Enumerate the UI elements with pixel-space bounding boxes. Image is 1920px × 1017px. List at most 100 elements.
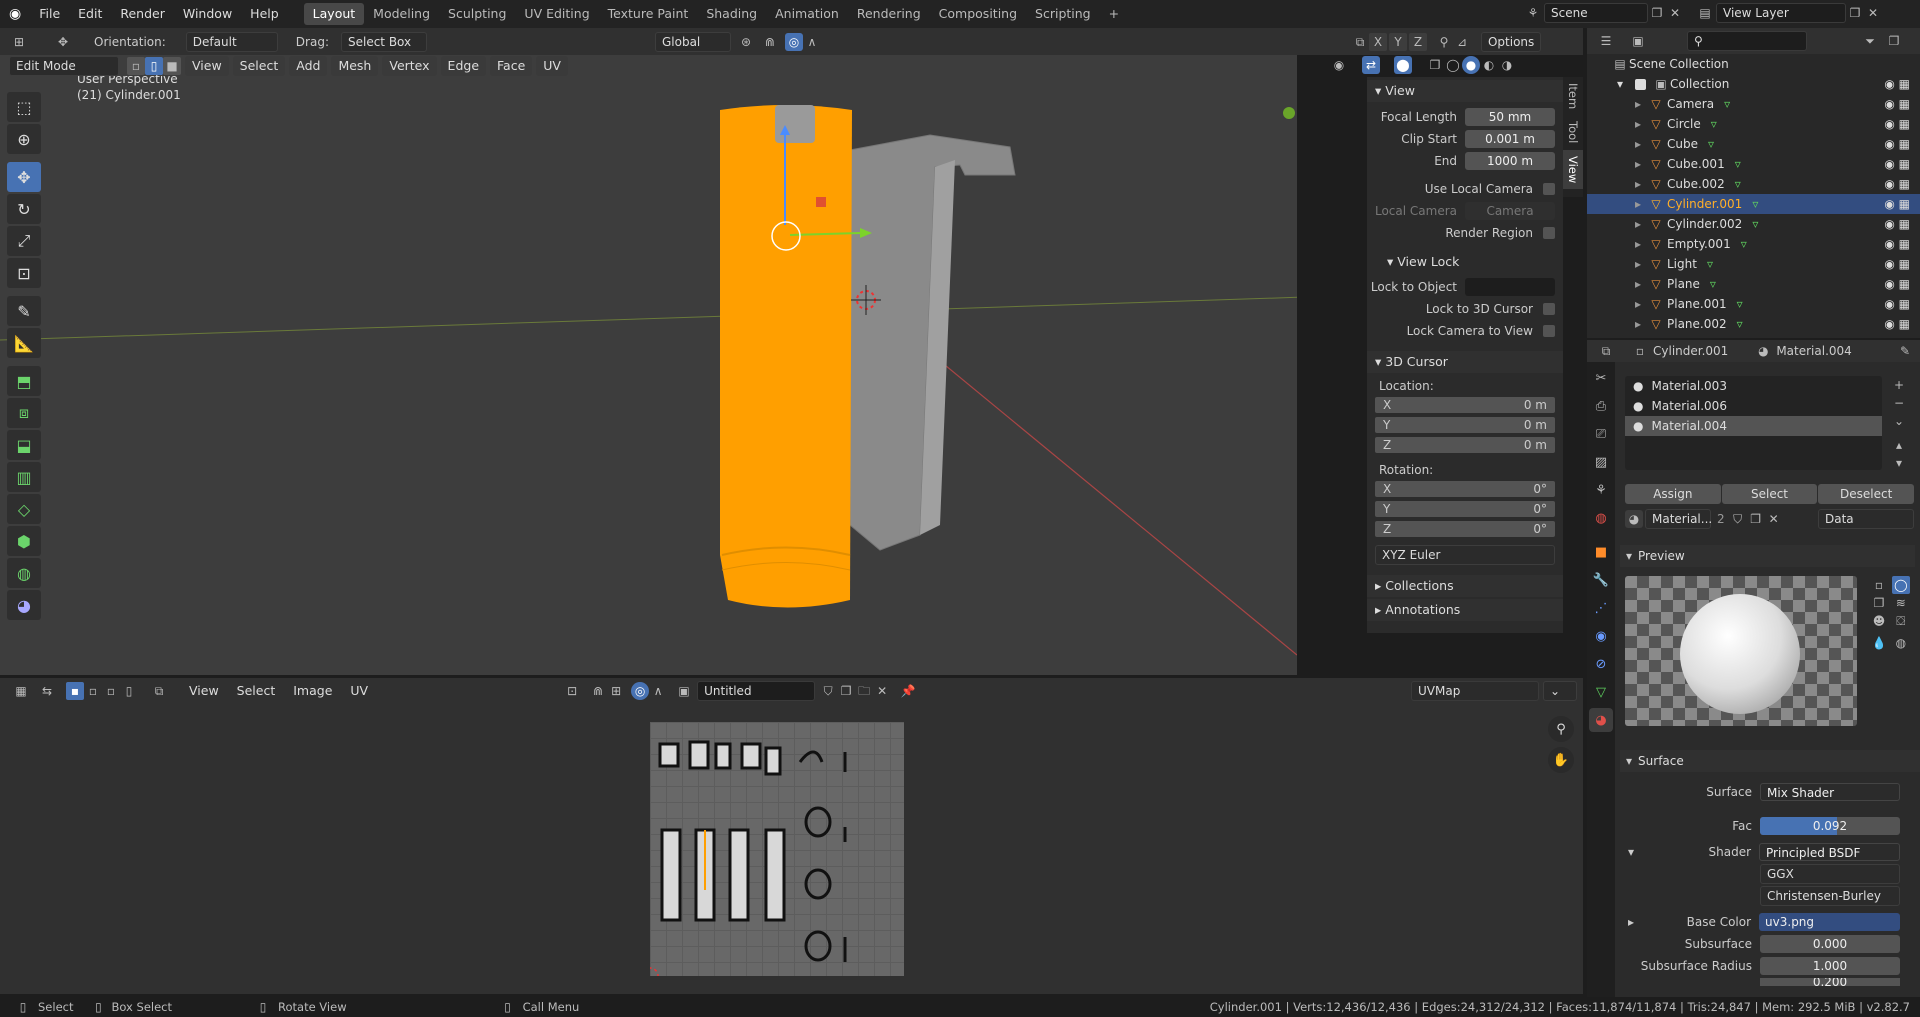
tab-animation[interactable]: Animation	[766, 3, 848, 25]
visibility-toggle-icons[interactable]: ◉ ▦	[1884, 234, 1910, 254]
outliner-item[interactable]: ▸ ▽ Plane.001 ▿ ◉ ▦	[1587, 294, 1920, 314]
preview-monkey-icon[interactable]: ☻	[1870, 612, 1888, 630]
uv-snap-icon[interactable]: ⋒	[589, 682, 607, 700]
data-icon[interactable]: ▿	[1737, 294, 1743, 314]
uv-falloff-icon[interactable]: ∧	[649, 682, 667, 700]
solid-shading-icon[interactable]: ●	[1462, 56, 1480, 74]
mirror-z-toggle[interactable]: Z	[1408, 32, 1427, 51]
outliner-item[interactable]: ▸ ▽ Plane ▿ ◉ ▦	[1587, 274, 1920, 294]
filter-icon[interactable]: ⏷	[1861, 32, 1879, 50]
collections-header[interactable]: ▸ Collections	[1367, 575, 1563, 597]
deselect-button[interactable]: Deselect	[1818, 484, 1915, 504]
drag-dropdown[interactable]: Select Box	[340, 31, 427, 52]
lock-to-object-field[interactable]	[1465, 278, 1555, 296]
navigation-gizmo[interactable]: Z Y X	[1275, 75, 1297, 155]
uv-island-mode-icon[interactable]: ▯	[120, 682, 138, 700]
face-select-icon[interactable]: ■	[163, 57, 181, 75]
visibility-toggle-icons[interactable]: ◉ ▦	[1884, 154, 1910, 174]
visibility-toggle-icons[interactable]: ◉ ▦	[1884, 114, 1910, 134]
uv-menu-select[interactable]: Select	[228, 677, 285, 705]
visibility-toggle-icons[interactable]: ◉ ▦	[1884, 314, 1910, 334]
expand-icon[interactable]: ▸	[1635, 94, 1647, 114]
rotation-mode-dropdown[interactable]: XYZ Euler	[1375, 545, 1555, 565]
knife-tool-icon[interactable]: ◇	[7, 494, 41, 524]
mirror-icon[interactable]: ⧉	[1351, 33, 1369, 51]
surface-section-header[interactable]: ▾ Surface	[1620, 750, 1920, 772]
cursor-loc-field[interactable]: Z 0 m	[1375, 437, 1555, 453]
tab-texture-paint[interactable]: Texture Paint	[599, 3, 698, 25]
image-new-icon[interactable]: ❐	[837, 682, 855, 700]
preview-header[interactable]: ▾ Preview	[1620, 545, 1915, 567]
scene-field[interactable]: Scene	[1544, 3, 1648, 23]
collection-checkbox[interactable]	[1635, 78, 1646, 90]
uv-vertex-mode-icon[interactable]: ▪	[66, 682, 84, 700]
blender-logo-icon[interactable]: ◉	[0, 0, 30, 28]
properties-editor-icon[interactable]: ⧉	[1597, 342, 1615, 360]
new-scene-icon[interactable]: ❐	[1648, 4, 1666, 22]
data-icon[interactable]: ▿	[1735, 174, 1741, 194]
slot-menu-icon[interactable]: ⌄	[1890, 412, 1908, 430]
vp-menu-vertex[interactable]: Vertex	[382, 56, 437, 76]
select-box-icon[interactable]: ⬚	[7, 92, 41, 122]
uv-sync-selection-icon[interactable]: ⇆	[38, 682, 56, 700]
move-slot-down-icon[interactable]: ▾	[1890, 454, 1908, 472]
sidebar-tab-tool[interactable]: Tool	[1563, 115, 1583, 149]
expand-icon[interactable]: ▸	[1635, 254, 1647, 274]
tab-layout[interactable]: Layout	[303, 3, 365, 25]
visibility-toggle-icons[interactable]: ◉ ▦	[1884, 294, 1910, 314]
preview-world-icon[interactable]: ◍	[1892, 634, 1910, 652]
visibility-toggle-icons[interactable]: ◉ ▦	[1884, 254, 1910, 274]
outliner-item[interactable]: ▸ ▽ Camera ▿ ◉ ▦	[1587, 94, 1920, 114]
orientation-dropdown[interactable]: Default	[185, 31, 278, 52]
expand-icon[interactable]: ▸	[1635, 114, 1647, 134]
tab-scripting[interactable]: Scripting	[1026, 3, 1100, 25]
pin-icon[interactable]: ✎	[1896, 342, 1914, 360]
vp-menu-add[interactable]: Add	[289, 56, 328, 76]
auto-merge-icon[interactable]: ⚲	[1435, 33, 1453, 51]
data-icon[interactable]: ▿	[1707, 254, 1713, 274]
remove-view-layer-icon[interactable]: ✕	[1864, 4, 1882, 22]
inset-tool-icon[interactable]: ⧈	[7, 398, 41, 428]
uv-face-mode-icon[interactable]: ▫	[102, 682, 120, 700]
transform-tool-icon-2[interactable]: ⊡	[7, 258, 41, 288]
material-slot[interactable]: ● Material.004	[1625, 416, 1882, 436]
vertex-select-icon[interactable]: ▫	[127, 57, 145, 75]
remove-scene-icon[interactable]: ✕	[1666, 4, 1684, 22]
modifier-tab-icon[interactable]: 🔧	[1589, 568, 1613, 592]
menu-file[interactable]: File	[30, 0, 69, 28]
vp-menu-view[interactable]: View	[185, 56, 229, 76]
render-region-checkbox[interactable]	[1543, 227, 1555, 239]
uv-sync-icon[interactable]: ⊿	[1453, 33, 1471, 51]
new-view-layer-icon[interactable]: ❐	[1846, 4, 1864, 22]
vp-menu-face[interactable]: Face	[490, 56, 533, 76]
smooth-tool-icon[interactable]: ◕	[7, 590, 41, 620]
proportional-edit-icon[interactable]: ◎	[784, 32, 803, 51]
clip-end-field[interactable]: 1000 m	[1465, 152, 1555, 170]
outliner-item[interactable]: ▸ ▽ Light ▿ ◉ ▦	[1587, 254, 1920, 274]
tool-tab-icon[interactable]: ✂	[1589, 366, 1613, 390]
preview-fluid-icon[interactable]: 💧	[1870, 634, 1888, 652]
move-slot-up-icon[interactable]: ▴	[1890, 436, 1908, 454]
uv-proportional-icon[interactable]: ◎	[631, 682, 650, 700]
rotate-tool-icon[interactable]: ↻	[7, 194, 41, 224]
assign-button[interactable]: Assign	[1625, 484, 1721, 504]
preview-hair-icon[interactable]: ≋	[1892, 594, 1910, 612]
outliner-collection[interactable]: Collection	[1670, 74, 1729, 94]
world-tab-icon[interactable]: ◍	[1589, 506, 1613, 530]
subsurface-radius-field[interactable]: 1.000	[1760, 957, 1900, 975]
tab-sculpting[interactable]: Sculpting	[439, 3, 515, 25]
preview-cloth-icon[interactable]: ⛋	[1892, 612, 1910, 630]
uv-editor-type-icon[interactable]: ▦	[12, 682, 30, 700]
focal-length-field[interactable]: 50 mm	[1465, 108, 1555, 126]
vp-menu-select[interactable]: Select	[232, 56, 286, 76]
data-icon[interactable]: ▿	[1710, 274, 1716, 294]
data-icon[interactable]: ▿	[1724, 94, 1730, 114]
clip-start-field[interactable]: 0.001 m	[1465, 130, 1555, 148]
loop-cut-tool-icon[interactable]: ▥	[7, 462, 41, 492]
material-name-field[interactable]: Material...	[1645, 509, 1712, 529]
add-workspace-button[interactable]: +	[1100, 3, 1128, 25]
lock-camera-view-checkbox[interactable]	[1543, 325, 1555, 337]
physics-tab-icon[interactable]: ◉	[1589, 624, 1613, 648]
tab-modeling[interactable]: Modeling	[364, 3, 439, 25]
subsurface-radius-field-2[interactable]: 0.200	[1760, 978, 1900, 986]
